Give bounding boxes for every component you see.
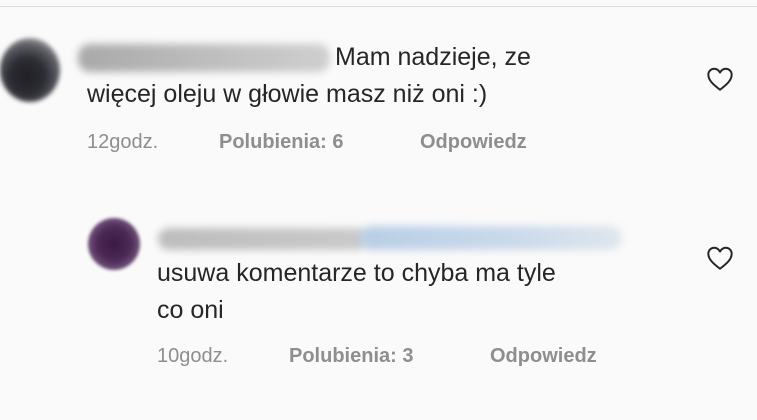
comment-timestamp: 10godz. bbox=[157, 345, 229, 367]
blurred-mention[interactable] bbox=[360, 226, 622, 250]
avatar[interactable] bbox=[88, 218, 140, 270]
blurred-username[interactable] bbox=[158, 228, 368, 250]
reply-button[interactable]: Odpowiedz bbox=[420, 131, 527, 154]
comment-timestamp: 12godz. bbox=[87, 131, 159, 153]
comment-text-line: więcej oleju w głowie masz niż oni :) bbox=[87, 80, 488, 108]
top-divider bbox=[0, 6, 757, 7]
blurred-username[interactable] bbox=[78, 44, 330, 72]
avatar[interactable] bbox=[0, 38, 60, 102]
reply-button[interactable]: Odpowiedz bbox=[490, 345, 597, 368]
comment-text-line: co oni bbox=[157, 296, 224, 324]
likes-count-button[interactable]: Polubienia: 6 bbox=[219, 131, 343, 154]
heart-icon[interactable] bbox=[706, 245, 734, 271]
heart-icon[interactable] bbox=[706, 66, 734, 92]
comment-text-line: usuwa komentarze to chyba ma tyle bbox=[157, 259, 556, 287]
likes-count-button[interactable]: Polubienia: 3 bbox=[289, 345, 413, 368]
comment-text-line: Mam nadzieje, ze bbox=[335, 43, 531, 71]
